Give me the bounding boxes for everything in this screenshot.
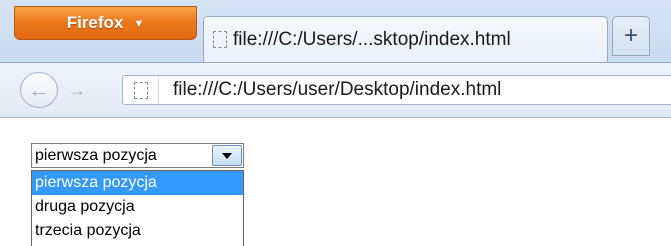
firefox-menu-label: Firefox	[66, 13, 124, 32]
chevron-down-icon	[222, 152, 232, 159]
firefox-menu-button[interactable]: Firefox ▼	[14, 6, 197, 40]
select-value: pierwsza pozycja	[35, 146, 157, 164]
dropdown-button[interactable]	[212, 145, 242, 166]
chevron-down-icon: ▼	[133, 17, 145, 30]
forward-arrow-icon: →	[68, 79, 86, 100]
navigation-bar: ← → file:///C:/Users/user/Desktop/index.…	[0, 62, 671, 118]
site-identity-button[interactable]	[123, 76, 159, 104]
position-select[interactable]: pierwsza pozycja	[31, 143, 244, 168]
url-text[interactable]: file:///C:/Users/user/Desktop/index.html	[173, 79, 501, 101]
tab-strip: Firefox ▼ file:///C:/Users/...sktop/inde…	[0, 0, 671, 62]
back-button[interactable]: ←	[20, 72, 58, 108]
select-option[interactable]: pierwsza pozycja	[32, 171, 243, 195]
select-option[interactable]: trzecia pozycja	[32, 219, 243, 243]
url-bar[interactable]: file:///C:/Users/user/Desktop/index.html	[122, 75, 671, 105]
select-options-list: pierwsza pozycja druga pozycja trzecia p…	[31, 170, 244, 246]
new-tab-button[interactable]: +	[612, 16, 650, 56]
tab-title: file:///C:/Users/...sktop/index.html	[233, 28, 511, 50]
back-forward-group: ← →	[20, 72, 104, 108]
tab-current[interactable]: file:///C:/Users/...sktop/index.html	[203, 16, 608, 62]
page-icon	[213, 31, 227, 48]
plus-icon: +	[623, 22, 638, 49]
select-option[interactable]: druga pozycja	[32, 195, 243, 219]
back-arrow-icon: ←	[28, 77, 50, 102]
forward-button[interactable]: →	[60, 79, 94, 101]
page-icon	[133, 81, 148, 99]
